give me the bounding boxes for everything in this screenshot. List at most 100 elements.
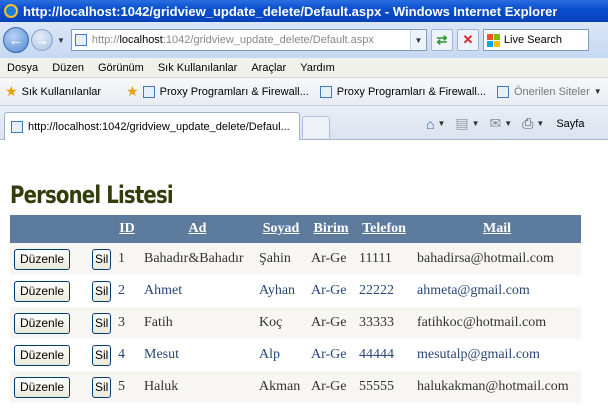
back-arrow-icon: ←	[8, 31, 24, 49]
delete-button[interactable]: Sil	[92, 312, 112, 334]
chevron-down-icon[interactable]: ▼	[472, 119, 480, 128]
favorites-star-icon: ★	[5, 83, 18, 99]
edit-cell: Düzenle	[10, 339, 88, 371]
page-icon	[142, 85, 155, 98]
menu-duzen[interactable]: Düzen	[52, 62, 84, 74]
table-row: Düzenle Sil 3 Fatih Koç Ar-Ge 33333 fatihkoc@ho…	[10, 307, 581, 339]
suggested-sites-button[interactable]: Önerilen Siteler ▼	[496, 85, 602, 98]
edit-cell: Düzenle	[10, 371, 88, 403]
windows-logo-icon	[486, 33, 500, 47]
cell-soyad: Şahin	[255, 243, 307, 275]
table-row: Düzenle Sil 1 Bahadır&Bahadır Şahin Ar-Ge 1111…	[10, 243, 581, 275]
header-birim[interactable]: Birim	[307, 215, 355, 243]
cell-telefon: 11111	[355, 243, 413, 275]
edit-button[interactable]: Düzenle	[14, 376, 71, 398]
suggested-sites-label: Önerilen Siteler	[513, 85, 590, 98]
search-input[interactable]: Live Search	[482, 29, 589, 51]
delete-cell: Sil	[88, 243, 114, 275]
cell-soyad: Alp	[255, 339, 307, 371]
back-button[interactable]: ←	[3, 27, 29, 53]
delete-cell: Sil	[88, 371, 114, 403]
new-tab-button[interactable]	[302, 116, 330, 138]
window-titlebar: http://localhost:1042/gridview_update_de…	[0, 0, 608, 22]
delete-button[interactable]: Sil	[92, 248, 112, 270]
personnel-grid: ID Ad Soyad Birim Telefon Mail Düzenle Si…	[10, 215, 581, 403]
page-title: Personel Listesi	[10, 181, 174, 209]
add-favorite-icon[interactable]: ★	[126, 83, 139, 100]
recent-pages-dropdown-icon[interactable]: ▼	[57, 36, 65, 45]
delete-cell: Sil	[88, 339, 114, 371]
address-input[interactable]: http://localhost:1042/gridview_update_de…	[70, 29, 427, 51]
cell-soyad: Akman	[255, 371, 307, 403]
print-icon[interactable]: ⎙	[522, 115, 533, 132]
cell-id: 4	[114, 339, 140, 371]
header-telefon[interactable]: Telefon	[355, 215, 413, 243]
cell-soyad: Ayhan	[255, 275, 307, 307]
cell-mail: ahmeta@gmail.com	[413, 275, 581, 307]
menu-araclar[interactable]: Araçlar	[251, 62, 286, 74]
cell-mail: fatihkoc@hotmail.com	[413, 307, 581, 339]
cell-telefon: 33333	[355, 307, 413, 339]
tab-strip: http://localhost:1042/gridview_update_de…	[0, 106, 608, 140]
cell-ad: Bahadır&Bahadır	[140, 243, 255, 275]
favorite-link-1[interactable]: Proxy Programları & Firewall...	[142, 85, 309, 98]
favorite-link-2[interactable]: Proxy Programları & Firewall...	[319, 85, 486, 98]
cell-mail: mesutalp@gmail.com	[413, 339, 581, 371]
edit-cell: Düzenle	[10, 243, 88, 275]
edit-button[interactable]: Düzenle	[14, 248, 71, 270]
header-ad[interactable]: Ad	[140, 215, 255, 243]
menu-sik-kullanilanlar[interactable]: Sık Kullanılanlar	[158, 62, 238, 74]
header-soyad[interactable]: Soyad	[255, 215, 307, 243]
stop-button[interactable]: ✕	[456, 29, 479, 51]
cell-soyad: Koç	[255, 307, 307, 339]
delete-cell: Sil	[88, 275, 114, 307]
tab-title: http://localhost:1042/gridview_update_de…	[28, 120, 290, 133]
edit-button[interactable]: Düzenle	[14, 280, 71, 302]
header-mail[interactable]: Mail	[413, 215, 581, 243]
search-placeholder: Live Search	[503, 34, 563, 46]
favorites-button[interactable]: ★ Sık Kullanılanlar	[5, 83, 101, 100]
address-toolbar: ← → ▼ http://localhost:1042/gridview_upd…	[0, 22, 608, 58]
table-row: Düzenle Sil 4 Mesut Alp Ar-Ge 44444 mesutalp@gm…	[10, 339, 581, 371]
edit-cell: Düzenle	[10, 307, 88, 339]
edit-button[interactable]: Düzenle	[14, 312, 71, 334]
chevron-down-icon[interactable]: ▼	[504, 119, 512, 128]
forward-button[interactable]: →	[31, 29, 53, 51]
address-dropdown-icon[interactable]: ▼	[409, 30, 426, 50]
delete-button[interactable]: Sil	[92, 376, 112, 398]
forward-arrow-icon: →	[34, 31, 50, 49]
menu-dosya[interactable]: Dosya	[7, 62, 38, 74]
refresh-button[interactable]: ⇄	[430, 29, 453, 51]
delete-button[interactable]: Sil	[92, 280, 112, 302]
refresh-icon: ⇄	[436, 32, 448, 47]
cell-telefon: 44444	[355, 339, 413, 371]
mail-icon[interactable]: ✉	[490, 115, 502, 132]
edit-button[interactable]: Düzenle	[14, 344, 71, 366]
url-prefix: http://	[91, 34, 120, 46]
chevron-down-icon: ▼	[593, 87, 602, 96]
cell-birim: Ar-Ge	[307, 339, 355, 371]
delete-button[interactable]: Sil	[92, 344, 112, 366]
page-icon	[319, 85, 332, 98]
chevron-down-icon[interactable]: ▼	[536, 119, 544, 128]
page-menu-button[interactable]: Sayfa	[556, 118, 584, 130]
page-icon	[11, 120, 23, 133]
feeds-icon[interactable]: ▤	[455, 115, 468, 132]
window-title: http://localhost:1042/gridview_update_de…	[23, 3, 558, 19]
cell-ad: Ahmet	[140, 275, 255, 307]
cell-ad: Haluk	[140, 371, 255, 403]
chevron-down-icon[interactable]: ▼	[437, 119, 445, 128]
command-bar: ⌂ ▼ ▤ ▼ ✉ ▼ ⎙ ▼ Sayfa	[426, 115, 584, 132]
home-icon[interactable]: ⌂	[426, 116, 434, 132]
menu-yardim[interactable]: Yardım	[300, 62, 335, 74]
cell-birim: Ar-Ge	[307, 307, 355, 339]
suggested-sites-icon	[496, 85, 509, 98]
menu-gorunum[interactable]: Görünüm	[98, 62, 144, 74]
url-host: localhost	[119, 34, 163, 46]
header-id[interactable]: ID	[114, 215, 140, 243]
favorite-link-label: Proxy Programları & Firewall...	[336, 85, 486, 98]
tab-active[interactable]: http://localhost:1042/gridview_update_de…	[4, 112, 300, 140]
url-rest: :1042/gridview_update_delete/Default.asp…	[162, 34, 374, 46]
cell-id: 5	[114, 371, 140, 403]
cell-id: 3	[114, 307, 140, 339]
